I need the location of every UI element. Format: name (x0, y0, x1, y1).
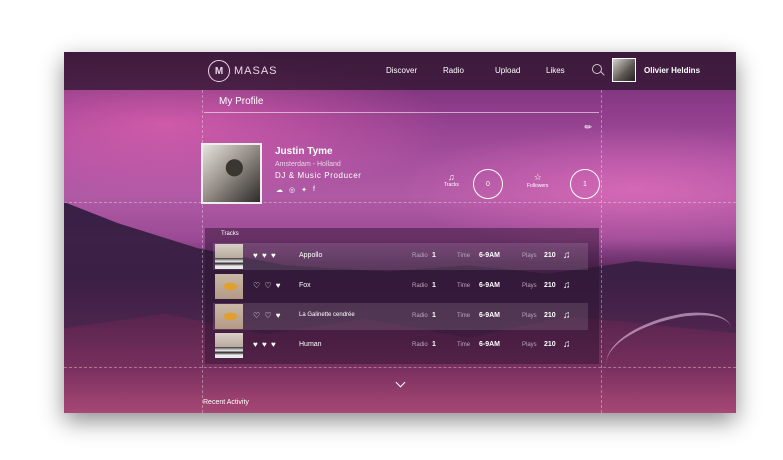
heart-icons[interactable]: ♡ ♡ ♥ (253, 281, 282, 290)
user-avatar[interactable] (612, 58, 636, 82)
radio-label: Radio (412, 283, 428, 289)
track-name: Appollo (299, 252, 323, 259)
track-name: La Galinette cendrée (299, 312, 355, 318)
time-value: 6-9AM (479, 282, 501, 289)
music-note-icon[interactable]: ♫ (563, 310, 571, 321)
track-row[interactable]: ♥ ♥ ♥ Human Radio 1 Time 6-9AM Plays 210… (213, 332, 588, 359)
radio-value: 1 (432, 312, 436, 319)
profile-role: DJ & Music Producer (275, 171, 362, 180)
music-note-icon[interactable]: ♫ (563, 250, 571, 261)
radio-label: Radio (412, 313, 428, 319)
soundcloud-icon[interactable]: ☁ (276, 186, 283, 194)
radio-label: Radio (412, 342, 428, 348)
profile-photo (201, 143, 262, 204)
music-note-icon[interactable]: ♫ (563, 339, 571, 350)
plays-value: 210 (544, 312, 556, 319)
logo-text: MASAS (234, 65, 278, 77)
nav-user-name[interactable]: Olivier Heldins (644, 66, 700, 75)
pencil-icon[interactable]: ✎ (582, 121, 595, 134)
track-row[interactable]: ♡ ♡ ♥ La Galinette cendrée Radio 1 Time … (213, 303, 588, 330)
followers-stat: ☆ Followers (527, 172, 548, 189)
plays-label: Plays (522, 283, 537, 289)
facebook-icon[interactable]: f (313, 186, 315, 194)
nav-discover[interactable]: Discover (386, 66, 417, 75)
tracks-stat: ♫ Tracks (444, 172, 459, 188)
track-name: Fox (299, 282, 311, 289)
profile-name: Justin Tyme (275, 146, 333, 157)
heart-icons[interactable]: ♡ ♡ ♥ (253, 311, 282, 320)
time-label: Time (457, 313, 471, 319)
globe-icon[interactable]: ◎ (289, 186, 295, 194)
nav-likes[interactable]: Likes (546, 66, 565, 75)
followers-stat-label: Followers (527, 183, 549, 189)
star-icon: ☆ (533, 172, 542, 182)
nav-upload[interactable]: Upload (495, 66, 520, 75)
time-value: 6-9AM (479, 341, 501, 348)
radio-value: 1 (432, 252, 436, 259)
masas-logo[interactable]: M MASAS (208, 60, 278, 82)
followers-count-badge[interactable]: 1 (570, 169, 600, 199)
layout-guide (202, 90, 203, 413)
plays-label: Plays (522, 253, 537, 259)
track-row[interactable]: ♥ ♥ ♥ Appollo Radio 1 Time 6-9AM Plays 2… (213, 243, 588, 270)
music-note-icon: ♫ (448, 172, 455, 182)
plays-value: 210 (544, 341, 556, 348)
track-thumbnail (215, 274, 243, 299)
track-thumbnail (215, 304, 243, 329)
recent-activity-title: Recent Activity (203, 399, 249, 406)
tracks-panel-title: Tracks (221, 231, 239, 237)
profile-location: Amsterdam - Holland (275, 161, 341, 168)
twitter-icon[interactable]: ✦ (301, 186, 307, 194)
time-value: 6-9AM (479, 252, 501, 259)
time-label: Time (457, 253, 471, 259)
layout-guide (64, 367, 736, 368)
search-icon[interactable] (592, 64, 602, 74)
time-value: 6-9AM (479, 312, 501, 319)
layout-guide (601, 90, 602, 413)
nav-radio[interactable]: Radio (443, 66, 464, 75)
track-thumbnail (215, 333, 243, 358)
time-label: Time (457, 283, 471, 289)
radio-label: Radio (412, 253, 428, 259)
plays-label: Plays (522, 342, 537, 348)
plays-value: 210 (544, 282, 556, 289)
logo-mark: M (208, 60, 230, 82)
plays-value: 210 (544, 252, 556, 259)
plays-label: Plays (522, 313, 537, 319)
layout-guide (64, 202, 736, 203)
heart-icons[interactable]: ♥ ♥ ♥ (253, 251, 277, 260)
title-divider (204, 112, 599, 113)
radio-value: 1 (432, 282, 436, 289)
track-row[interactable]: ♡ ♡ ♥ Fox Radio 1 Time 6-9AM Plays 210 ♫ (213, 273, 588, 300)
music-note-icon[interactable]: ♫ (563, 280, 571, 291)
tracks-panel: Tracks ♥ ♥ ♥ Appollo Radio 1 Time 6-9AM … (205, 228, 599, 364)
page-title: My Profile (219, 96, 264, 107)
top-navbar: M MASAS Discover Radio Upload Likes Oliv… (64, 52, 736, 90)
track-thumbnail (215, 244, 243, 269)
heart-icons[interactable]: ♥ ♥ ♥ (253, 340, 277, 349)
track-name: Human (299, 341, 322, 348)
time-label: Time (457, 342, 471, 348)
tracks-stat-label: Tracks (444, 182, 459, 188)
app-window: M MASAS Discover Radio Upload Likes Oliv… (64, 52, 736, 413)
social-links: ☁ ◎ ✦ f (276, 186, 315, 194)
tracks-count-badge[interactable]: 0 (473, 169, 503, 199)
radio-value: 1 (432, 341, 436, 348)
